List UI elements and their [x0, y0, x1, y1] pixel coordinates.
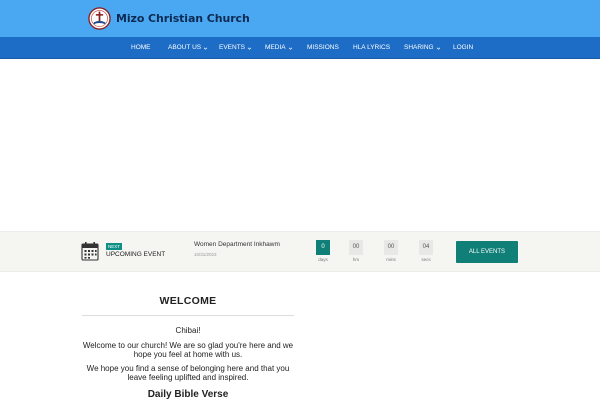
- nav-item-events[interactable]: EVENTS: [219, 37, 252, 59]
- daily-bible-verse-heading: Daily Bible Verse: [147, 389, 229, 400]
- nav-item-about-us[interactable]: ABOUT US: [168, 37, 208, 59]
- chevron-down-icon: [247, 47, 252, 50]
- countdown-hours-label: hrs: [352, 257, 360, 262]
- nav-item-sharing[interactable]: SHARING: [404, 37, 441, 59]
- countdown-seconds-value: 04: [419, 240, 433, 255]
- welcome-section: WELCOME Chibai! Welcome to our church! W…: [82, 272, 294, 400]
- event-title-link[interactable]: Women Department Inkhawm: [194, 241, 280, 248]
- site-title[interactable]: Mizo Christian Church: [116, 12, 250, 25]
- welcome-paragraph-1: Welcome to our church! We are so glad yo…: [82, 341, 294, 359]
- main-nav: HOME ABOUT US EVENTS MEDIA MISSIONS HLA …: [0, 37, 600, 59]
- countdown-seconds-label: secs: [421, 257, 431, 262]
- countdown-hours-value: 00: [349, 240, 363, 255]
- nav-item-hla-lyrics[interactable]: HLA LYRICS: [353, 37, 390, 59]
- nav-item-label: EVENTS: [219, 44, 246, 51]
- all-events-button[interactable]: ALL EVENTS: [456, 241, 518, 263]
- welcome-paragraph-2: We hope you find a sense of belonging he…: [86, 364, 290, 382]
- chevron-down-icon: [288, 47, 292, 50]
- hero-banner-area: [0, 59, 600, 231]
- nav-item-label: SHARING: [404, 44, 434, 51]
- countdown-days-value: 0: [316, 240, 330, 255]
- nav-item-media[interactable]: MEDIA: [265, 37, 293, 59]
- welcome-greeting: Chibai!: [175, 326, 201, 335]
- countdown-days-label: days: [318, 257, 328, 262]
- upcoming-event-heading: UPCOMING EVENT: [106, 251, 166, 258]
- next-badge: NEXT: [106, 243, 123, 250]
- welcome-divider: [82, 315, 294, 316]
- nav-item-missions[interactable]: MISSIONS: [307, 37, 339, 59]
- nav-item-label: MISSIONS: [307, 44, 339, 51]
- chevron-down-icon: [203, 47, 208, 50]
- nav-item-label: HOME: [131, 44, 151, 51]
- calendar-icon: [81, 242, 99, 261]
- nav-item-login[interactable]: LOGIN: [453, 37, 473, 59]
- nav-item-label: MEDIA: [265, 44, 286, 51]
- site-logo-link[interactable]: Mizo Christian Church: [88, 6, 250, 30]
- nav-item-label: ABOUT US: [168, 44, 202, 51]
- countdown-minutes-value: 00: [384, 240, 398, 255]
- site-header: Mizo Christian Church: [0, 0, 600, 37]
- countdown-minutes-label: mins: [386, 257, 396, 262]
- welcome-heading: WELCOME: [159, 295, 217, 307]
- nav-item-label: HLA LYRICS: [353, 44, 391, 51]
- chevron-down-icon: [436, 47, 440, 50]
- upcoming-events-bar: NEXT UPCOMING EVENT Women Department Ink…: [0, 231, 600, 272]
- nav-item-home[interactable]: HOME: [131, 37, 151, 59]
- nav-item-label: LOGIN: [453, 44, 474, 51]
- event-date: 10/31/2023: [194, 252, 217, 257]
- church-emblem-icon: [88, 6, 111, 30]
